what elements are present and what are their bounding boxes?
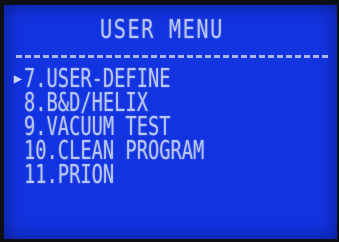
menu-list: ▶ 7.USER-DEFINE 8.B&D/HELIX 9.VACUUM TES…: [12, 66, 274, 190]
lcd-screen: USER MENU ▶ 7.USER-DEFINE 8.B&D/HELIX 9.…: [4, 5, 337, 239]
menu-item-label: 11.PRION: [24, 160, 115, 190]
menu-item-prion[interactable]: 11.PRION: [12, 160, 274, 190]
title-divider: [16, 55, 328, 58]
device-bezel: USER MENU ▶ 7.USER-DEFINE 8.B&D/HELIX 9.…: [0, 0, 339, 242]
selection-cursor-icon: ▶: [13, 71, 23, 87]
menu-title: USER MENU: [100, 15, 224, 45]
